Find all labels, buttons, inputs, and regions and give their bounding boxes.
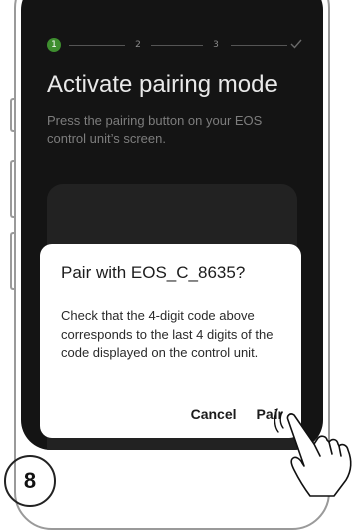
step-connector: [231, 45, 287, 46]
dialog-message: Check that the 4-digit code above corres…: [61, 308, 274, 360]
step-1: 1: [47, 38, 61, 52]
phone-side-button: [10, 98, 14, 132]
check-icon: [289, 38, 303, 52]
figure-step-number: 8: [4, 455, 56, 507]
page-title: Activate pairing mode: [47, 71, 278, 98]
tap-hand-icon: [274, 408, 352, 497]
step-connector: [69, 45, 125, 46]
step-connector: [151, 45, 203, 46]
dialog-title: Pair with EOS_C_8635?: [61, 263, 246, 282]
pair-dialog: Pair with EOS_C_8635? Check that the 4-d…: [40, 244, 301, 438]
phone-side-button: [10, 160, 14, 218]
step-2: 2: [135, 40, 141, 50]
step-3: 3: [213, 40, 219, 50]
cancel-button[interactable]: Cancel: [191, 406, 237, 422]
phone-side-button: [10, 232, 14, 290]
dialog-actions: Cancel Pair: [191, 406, 283, 422]
instruction-text: Press the pairing button on your EOS con…: [47, 113, 263, 146]
stepper: 1 2 3: [47, 38, 307, 64]
